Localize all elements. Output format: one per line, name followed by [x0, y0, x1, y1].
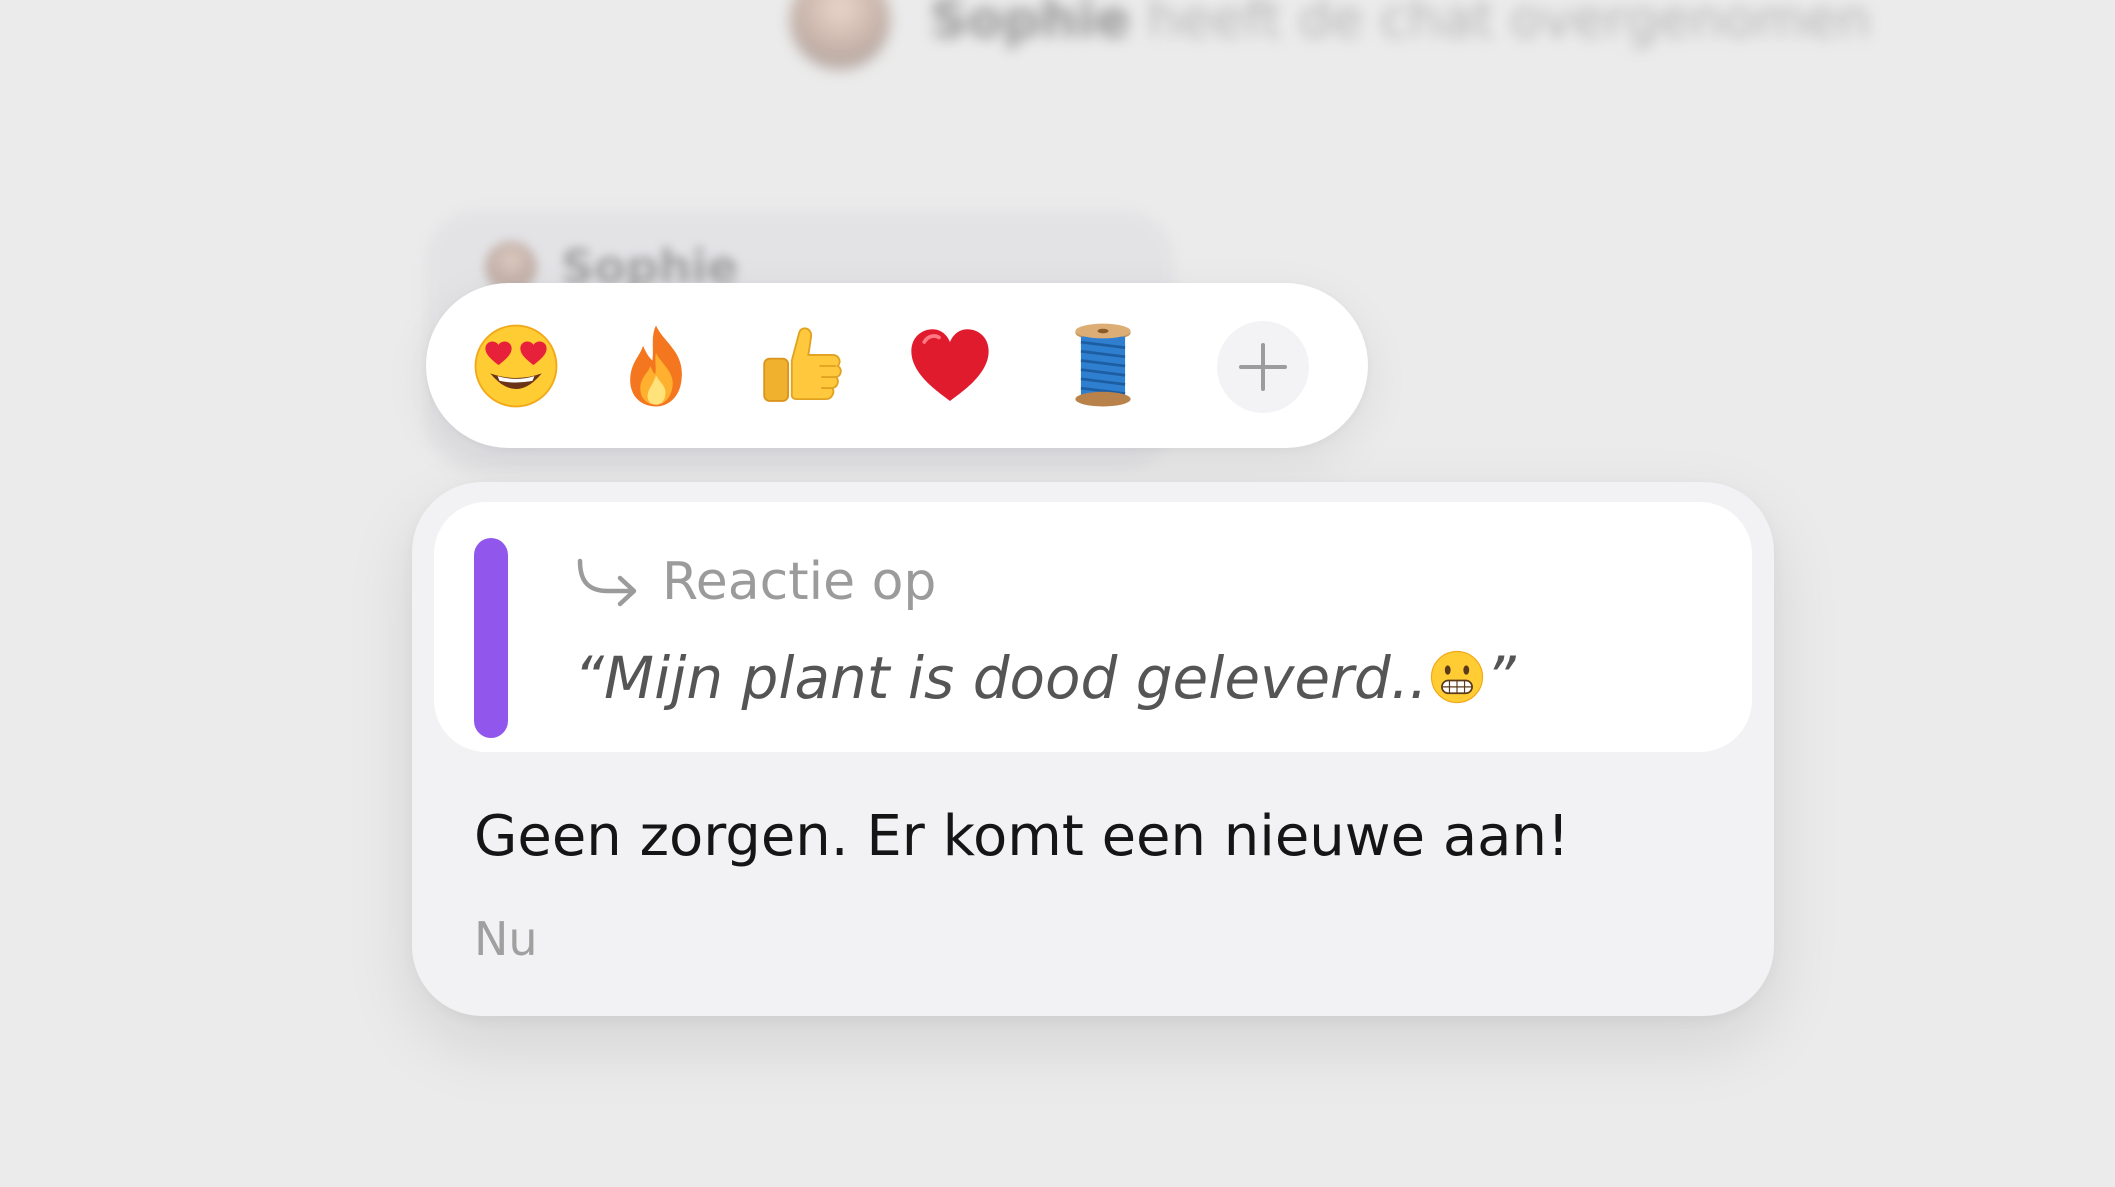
- system-notice: Sophie heeft de chat overgenomen: [790, 0, 1871, 70]
- reaction-heart-eyes-button[interactable]: [466, 324, 566, 408]
- reply-quote[interactable]: Reactie op “Mijn plant is dood geleverd.…: [434, 502, 1752, 752]
- reply-header: Reactie op: [574, 552, 936, 612]
- red-heart-emoji-icon: [911, 329, 989, 401]
- spool-of-thread-emoji-icon: [1075, 323, 1131, 407]
- system-notice-message: heeft de chat overgenomen: [1147, 0, 1871, 50]
- heart-eyes-emoji-icon: [474, 324, 558, 408]
- fire-emoji-icon: [630, 325, 682, 407]
- thumbs-up-emoji-icon: [763, 327, 842, 402]
- reaction-thumbs-up-button[interactable]: [751, 324, 851, 408]
- chat-screen: Sophie heeft de chat overgenomen Sophie: [0, 0, 2115, 1187]
- grimacing-emoji-icon: [1430, 650, 1483, 704]
- add-reaction-button[interactable]: [1217, 321, 1309, 413]
- quote-accent-bar: [474, 538, 508, 738]
- reaction-thread-button[interactable]: [1053, 323, 1153, 408]
- reply-arrow-icon: [577, 558, 637, 607]
- reaction-fire-button[interactable]: [606, 324, 706, 408]
- avatar: [790, 0, 890, 70]
- reaction-bar: [426, 283, 1368, 448]
- message-text: Geen zorgen. Er komt een nieuwe aan!: [474, 804, 1570, 869]
- quoted-message: “Mijn plant is dood geleverd.. ”: [574, 644, 1516, 712]
- message-timestamp: Nu: [474, 912, 538, 966]
- system-notice-text: Sophie heeft de chat overgenomen: [930, 0, 1871, 50]
- reply-label: Reactie op: [662, 552, 937, 612]
- quoted-message-close: ”: [1485, 644, 1516, 712]
- reaction-heart-button[interactable]: [900, 324, 1000, 408]
- message-bubble[interactable]: Reactie op “Mijn plant is dood geleverd.…: [412, 482, 1774, 1016]
- quoted-message-text: “Mijn plant is dood geleverd..: [574, 644, 1428, 712]
- plus-icon: [1239, 343, 1287, 391]
- system-notice-name: Sophie: [930, 0, 1131, 50]
